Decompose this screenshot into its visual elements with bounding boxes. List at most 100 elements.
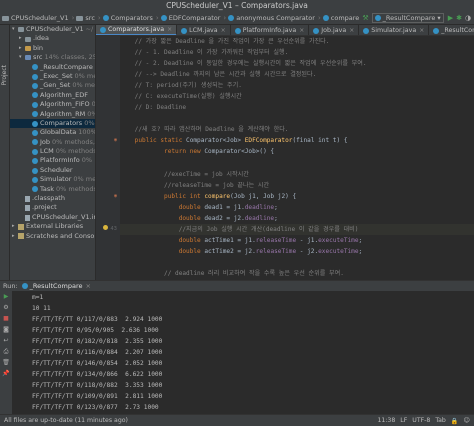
- code-line[interactable]: // D: Deadline: [120, 102, 474, 113]
- tree-item-label: CPUScheduler_V1: [26, 25, 84, 33]
- tree-item[interactable]: Algorithm_EDF: [10, 91, 95, 100]
- editor-tab[interactable]: LCM.java ×: [177, 25, 231, 35]
- editor-tab[interactable]: _ResultCompare.java×: [429, 25, 474, 35]
- breadcrumb-comparators[interactable]: Comparators: [102, 14, 153, 22]
- close-icon[interactable]: ×: [221, 25, 226, 35]
- tree-item[interactable]: Comparators0% me: [10, 118, 95, 129]
- code-line[interactable]: // 가장 짧은 Deadline 을 가진 작업이 가장 큰 우선순위를 가진…: [120, 36, 474, 47]
- lock-icon[interactable]: 🔒: [451, 417, 459, 425]
- lightbulb-icon[interactable]: [103, 224, 109, 230]
- code-line[interactable]: // --> Deadline 까지의 남은 시간과 실행 시간으로 결정된다.: [120, 69, 474, 80]
- override-marker-icon[interactable]: ◉: [114, 191, 117, 202]
- breadcrumb-anonymous[interactable]: anonymous Comparator: [228, 14, 315, 22]
- tree-item[interactable]: ▸ Scratches and Consoles: [10, 232, 95, 241]
- code-token: //releaseTime = job 끝나는 시간: [120, 181, 270, 189]
- editor-tab[interactable]: Job.java ×: [309, 25, 360, 35]
- tree-item[interactable]: Algorithm_RM0%: [10, 110, 95, 119]
- tree-item[interactable]: Job 0% methods,: [10, 138, 95, 147]
- run-config-icon: [374, 15, 381, 21]
- close-icon[interactable]: ×: [85, 282, 90, 290]
- feedback-icon[interactable]: ☺: [464, 417, 470, 425]
- caret-position[interactable]: 11:38: [377, 417, 395, 425]
- tree-item[interactable]: _ResultCompare: [10, 63, 95, 72]
- tree-item[interactable]: ▸ External Libraries: [10, 222, 95, 231]
- file-encoding[interactable]: UTF-8: [412, 417, 430, 425]
- code-line[interactable]: public int compare(Job j1, Job j2) {: [120, 191, 474, 202]
- code-line[interactable]: //execTime = job 시작시간: [120, 169, 474, 180]
- code-line[interactable]: //새 호? 따라 앱산하며 Deadline 을 계산해야 한다.: [120, 124, 474, 135]
- code-line[interactable]: // C: executeTime(실행) 실행시간: [120, 91, 474, 102]
- tree-item[interactable]: ▾ CPUScheduler_V1 ~/: [10, 25, 95, 34]
- trash-icon[interactable]: 🗑: [0, 357, 12, 368]
- breadcrumb-edfcomparator[interactable]: EDFComparator: [160, 14, 220, 22]
- debug-icon[interactable]: ✱: [456, 14, 462, 22]
- run-config-dropdown[interactable]: _ResultCompare ▾: [371, 13, 444, 23]
- code-token: //새 호? 따라 앱산하며 Deadline 을 계산해야 한다.: [120, 126, 289, 134]
- stop-icon[interactable]: ■: [0, 313, 12, 324]
- run-icon[interactable]: ▶: [448, 14, 453, 22]
- code-editor[interactable]: ◉ ◉ 43 // 가장 짧은 Deadline 을 가진 작업이 가장 큰 우선순…: [96, 36, 474, 280]
- tree-item[interactable]: Task 0% methods: [10, 185, 95, 194]
- code-line[interactable]: // deadline 러리 비교하여 작을 수록 높은 우선 순위를 부여.: [120, 268, 474, 279]
- code-line[interactable]: double dead1 = j1.deadline;: [120, 202, 474, 213]
- folder-icon: [18, 27, 24, 33]
- code-line[interactable]: double actTime1 = j1.releaseTime - j1.ex…: [120, 235, 474, 246]
- editor-gutter[interactable]: ◉ ◉ 43: [96, 36, 120, 280]
- editor-tab[interactable]: Comparators.java ×: [96, 25, 178, 35]
- close-icon[interactable]: ×: [167, 25, 172, 35]
- soft-wrap-icon[interactable]: ↩: [0, 335, 12, 346]
- editor-tab[interactable]: PlatformInfo.java ×: [231, 25, 310, 35]
- tree-item[interactable]: .classpath: [10, 194, 95, 203]
- pin-icon[interactable]: 📌: [0, 368, 12, 379]
- tree-item[interactable]: .project: [10, 203, 95, 212]
- tree-item[interactable]: ▾src14% classes, 25%: [10, 53, 95, 62]
- code-line[interactable]: //releaseTime = job 끝나는 시간: [120, 180, 474, 191]
- tree-item[interactable]: Scheduler: [10, 166, 95, 175]
- tree-item[interactable]: ▸ bin: [10, 44, 95, 53]
- editor-tab[interactable]: Simulator.java ×: [359, 25, 430, 35]
- tree-item[interactable]: _Gen_Set 0% me: [10, 81, 95, 90]
- override-marker-icon[interactable]: ◉: [114, 135, 117, 146]
- code-line[interactable]: [120, 113, 474, 124]
- code-line[interactable]: [120, 257, 474, 268]
- code-line[interactable]: double actTime2 = j2.releaseTime - j2.ex…: [120, 246, 474, 257]
- code-line[interactable]: // - 1. Deadline 이 가장 가까워진 작업부터 실행.: [120, 47, 474, 58]
- build-hammer-icon[interactable]: ⚒: [362, 14, 368, 22]
- tree-item[interactable]: GlobalData 100%: [10, 128, 95, 137]
- code-line[interactable]: return new Comparator<Job>() {: [120, 146, 474, 157]
- indent-setting[interactable]: Tab: [435, 417, 445, 425]
- tree-item[interactable]: ▸ .idea: [10, 34, 95, 43]
- code-line[interactable]: //지금의 Job 실행 시간 개산(deadline 이 같을 경우를 대비): [120, 223, 474, 235]
- coverage-icon[interactable]: ◑: [465, 14, 471, 22]
- breadcrumb-compare[interactable]: compare: [322, 14, 359, 22]
- run-console-output[interactable]: m=1 10 11 FF/TT/TF/TT 0/117/0/883 2.924 10…: [12, 291, 474, 414]
- close-icon[interactable]: ×: [299, 25, 304, 35]
- project-tool-button[interactable]: Project: [1, 65, 9, 86]
- tree-item[interactable]: PlatformInfo 0%: [10, 156, 95, 165]
- code-line[interactable]: // - 2. Deadline 이 동일한 경우에는 실행시간이 짧은 작업에…: [120, 58, 474, 69]
- rerun-icon[interactable]: ▶: [0, 291, 12, 302]
- code-line[interactable]: // T: period(주기) 생성되는 주기.: [120, 80, 474, 91]
- code-line[interactable]: [120, 158, 474, 169]
- code-line[interactable]: public static Comparator<Job> EDFCompara…: [120, 135, 474, 146]
- tree-item[interactable]: _Exec_Set 0% me: [10, 72, 95, 81]
- tab-label: LCM.java: [189, 27, 218, 34]
- close-icon[interactable]: ×: [349, 25, 354, 35]
- camera-icon[interactable]: ◙: [0, 324, 12, 335]
- code-token: public int: [120, 192, 205, 200]
- print-icon[interactable]: ⎙: [0, 346, 12, 357]
- class-icon: [32, 111, 38, 118]
- run-tab[interactable]: _ResultCompare ×: [21, 282, 91, 290]
- tree-item[interactable]: CPUScheduler_V1.iml: [10, 213, 95, 222]
- line-separator[interactable]: LF: [400, 417, 407, 425]
- breadcrumb-src[interactable]: src: [76, 14, 95, 22]
- code-line[interactable]: double dead2 = j2.deadline;: [120, 213, 474, 224]
- close-icon[interactable]: ×: [419, 25, 424, 35]
- tree-item[interactable]: Simulator 0% me: [10, 175, 95, 184]
- breadcrumb-project[interactable]: CPUScheduler_V1: [2, 14, 69, 22]
- editor-code-area[interactable]: // 가장 짧은 Deadline 을 가진 작업이 가장 큰 우선순위를 가진…: [120, 36, 474, 280]
- tree-item[interactable]: LCM 0% methods: [10, 147, 95, 156]
- tree-item[interactable]: Algorithm_FIFO 0: [10, 100, 95, 109]
- library-icon: [18, 233, 24, 240]
- wrench-icon[interactable]: ⚙: [0, 302, 12, 313]
